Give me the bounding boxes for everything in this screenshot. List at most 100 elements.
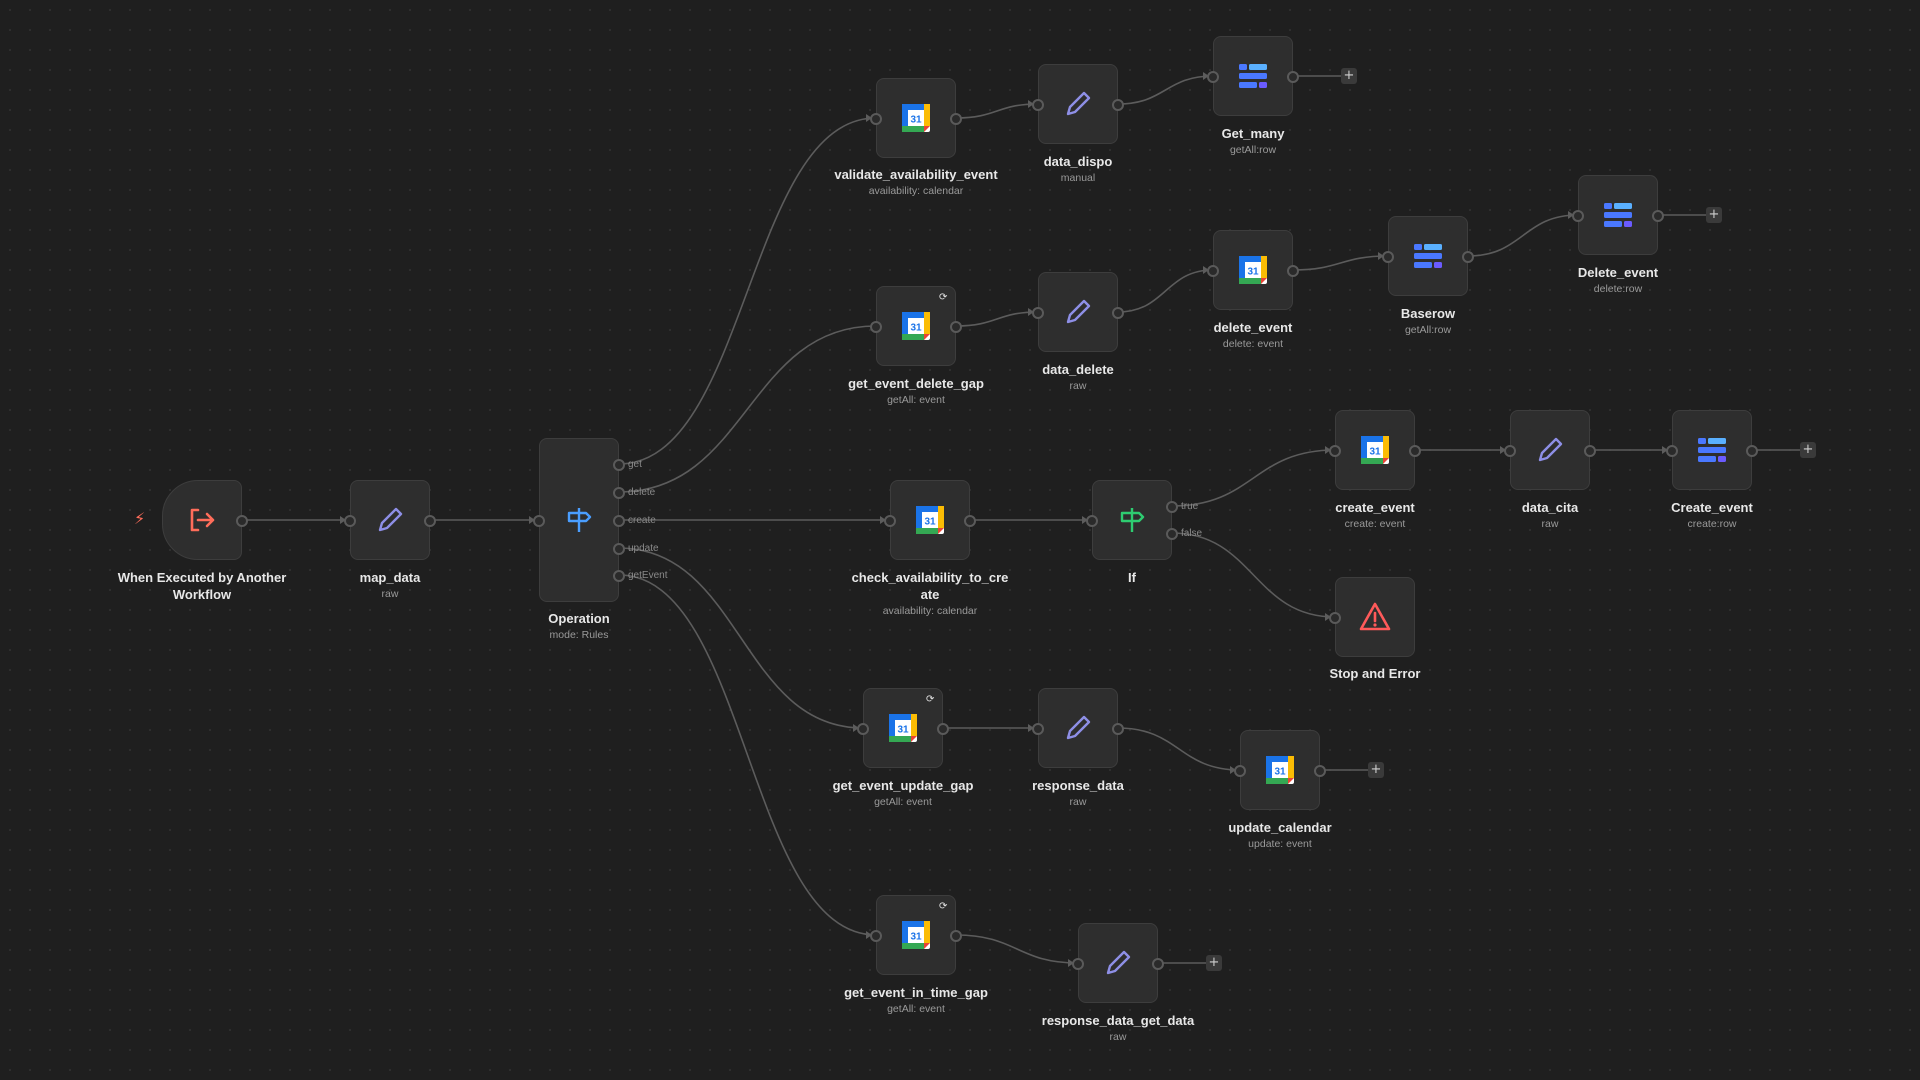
node-baserow[interactable] xyxy=(1382,216,1474,296)
sync-icon: ⟳ xyxy=(926,694,935,705)
output-port[interactable] xyxy=(1287,265,1299,277)
output-port[interactable] xyxy=(950,321,962,333)
output-port[interactable] xyxy=(1112,723,1124,735)
input-port[interactable] xyxy=(1234,765,1246,777)
output-port[interactable] xyxy=(937,723,949,735)
connection-line[interactable] xyxy=(1292,255,1389,271)
output-port-update[interactable] xyxy=(613,543,625,555)
google-calendar-icon: 31 xyxy=(1266,756,1294,784)
output-port-delete[interactable] xyxy=(613,487,625,499)
input-port[interactable] xyxy=(1666,445,1678,457)
output-port-getevent[interactable] xyxy=(613,570,625,582)
node-caption: Stop and Error xyxy=(1285,665,1465,682)
output-port-create[interactable] xyxy=(613,515,625,527)
input-port[interactable] xyxy=(1572,210,1584,222)
node-subtitle: create: event xyxy=(1344,518,1406,530)
node-data-delete[interactable] xyxy=(1032,272,1124,352)
output-port[interactable] xyxy=(950,930,962,942)
node-response-data-get-data[interactable] xyxy=(1072,923,1164,1003)
add-node-button[interactable]: + xyxy=(1341,68,1357,84)
connection-line[interactable] xyxy=(1117,269,1214,313)
node-subtitle: raw xyxy=(1109,1031,1127,1043)
node-update-calendar[interactable]: 31 xyxy=(1234,730,1326,810)
output-port[interactable] xyxy=(1152,958,1164,970)
connection-line[interactable] xyxy=(1117,75,1214,105)
input-port[interactable] xyxy=(870,930,882,942)
node-caption: update_calendar update: event xyxy=(1190,819,1370,852)
input-port[interactable] xyxy=(884,515,896,527)
output-port[interactable] xyxy=(1314,765,1326,777)
node-get-many[interactable] xyxy=(1207,36,1299,116)
node-map-data[interactable] xyxy=(344,480,436,560)
output-port-false[interactable] xyxy=(1166,528,1178,540)
output-port[interactable] xyxy=(964,515,976,527)
connection-line[interactable] xyxy=(1117,727,1241,771)
node-validate-availability-event[interactable]: 31 xyxy=(870,78,962,158)
output-port[interactable] xyxy=(1652,210,1664,222)
node-stop-and-error[interactable] xyxy=(1329,577,1415,657)
node-create-event-row[interactable] xyxy=(1666,410,1758,490)
branch-label-getevent: getEvent xyxy=(628,570,668,581)
output-port[interactable] xyxy=(1287,71,1299,83)
output-port[interactable] xyxy=(950,113,962,125)
connection-line[interactable] xyxy=(955,311,1039,327)
node-check-availability-to-create[interactable]: 31 xyxy=(884,480,976,560)
add-node-button[interactable]: + xyxy=(1206,955,1222,971)
input-port[interactable] xyxy=(1329,445,1341,457)
output-port[interactable] xyxy=(424,515,436,527)
workflow-canvas[interactable]: ⚡ When Executed by Another Workflow map_… xyxy=(0,0,1920,1080)
input-port[interactable] xyxy=(1329,612,1341,624)
node-when-executed-by-another-workflow[interactable] xyxy=(162,480,248,560)
node-subtitle: raw xyxy=(1069,380,1087,392)
node-subtitle: delete:row xyxy=(1593,283,1643,295)
add-node-button[interactable]: + xyxy=(1706,207,1722,223)
output-port-true[interactable] xyxy=(1166,501,1178,513)
node-subtitle: manual xyxy=(1060,172,1096,184)
node-data-dispo[interactable] xyxy=(1032,64,1124,144)
sync-icon: ⟳ xyxy=(939,901,948,912)
node-subtitle: getAll: event xyxy=(887,1003,945,1015)
node-delete-event[interactable]: 31 xyxy=(1207,230,1299,310)
connection-line[interactable] xyxy=(955,934,1079,964)
input-port[interactable] xyxy=(533,515,545,527)
input-port[interactable] xyxy=(1072,958,1084,970)
svg-text:31: 31 xyxy=(1369,447,1381,458)
input-port[interactable] xyxy=(857,723,869,735)
node-create-event[interactable]: 31 xyxy=(1329,410,1421,490)
add-node-button[interactable]: + xyxy=(1800,442,1816,458)
input-port[interactable] xyxy=(1032,723,1044,735)
node-delete-event-row[interactable] xyxy=(1572,175,1664,255)
add-node-button[interactable]: + xyxy=(1368,762,1384,778)
input-port[interactable] xyxy=(1207,265,1219,277)
node-response-data[interactable] xyxy=(1032,688,1124,768)
output-port[interactable] xyxy=(1746,445,1758,457)
output-port-get[interactable] xyxy=(613,459,625,471)
connection-line[interactable] xyxy=(1171,449,1336,507)
node-operation[interactable]: get delete create update getEvent xyxy=(533,438,667,602)
node-title: Get_many xyxy=(1221,126,1285,141)
node-title: response_data xyxy=(1032,778,1124,793)
node-get-event-delete-gap[interactable]: 31 ⟳ xyxy=(870,286,962,366)
connection-line[interactable] xyxy=(955,103,1039,119)
output-port[interactable] xyxy=(1462,251,1474,263)
output-port[interactable] xyxy=(1112,307,1124,319)
node-if[interactable]: true false xyxy=(1086,480,1202,560)
input-port[interactable] xyxy=(870,113,882,125)
output-port[interactable] xyxy=(1409,445,1421,457)
input-port[interactable] xyxy=(1207,71,1219,83)
connection-line[interactable] xyxy=(618,325,877,493)
connection-line[interactable] xyxy=(1467,214,1579,257)
input-port[interactable] xyxy=(1032,307,1044,319)
node-get-event-in-time-gap[interactable]: 31 ⟳ xyxy=(870,895,962,975)
input-port[interactable] xyxy=(1032,99,1044,111)
input-port[interactable] xyxy=(1382,251,1394,263)
input-port[interactable] xyxy=(344,515,356,527)
input-port[interactable] xyxy=(1504,445,1516,457)
input-port[interactable] xyxy=(1086,515,1098,527)
output-port[interactable] xyxy=(1584,445,1596,457)
output-port[interactable] xyxy=(1112,99,1124,111)
input-port[interactable] xyxy=(870,321,882,333)
node-data-cita[interactable] xyxy=(1504,410,1596,490)
output-port[interactable] xyxy=(236,515,248,527)
node-get-event-update-gap[interactable]: 31 ⟳ xyxy=(857,688,949,768)
